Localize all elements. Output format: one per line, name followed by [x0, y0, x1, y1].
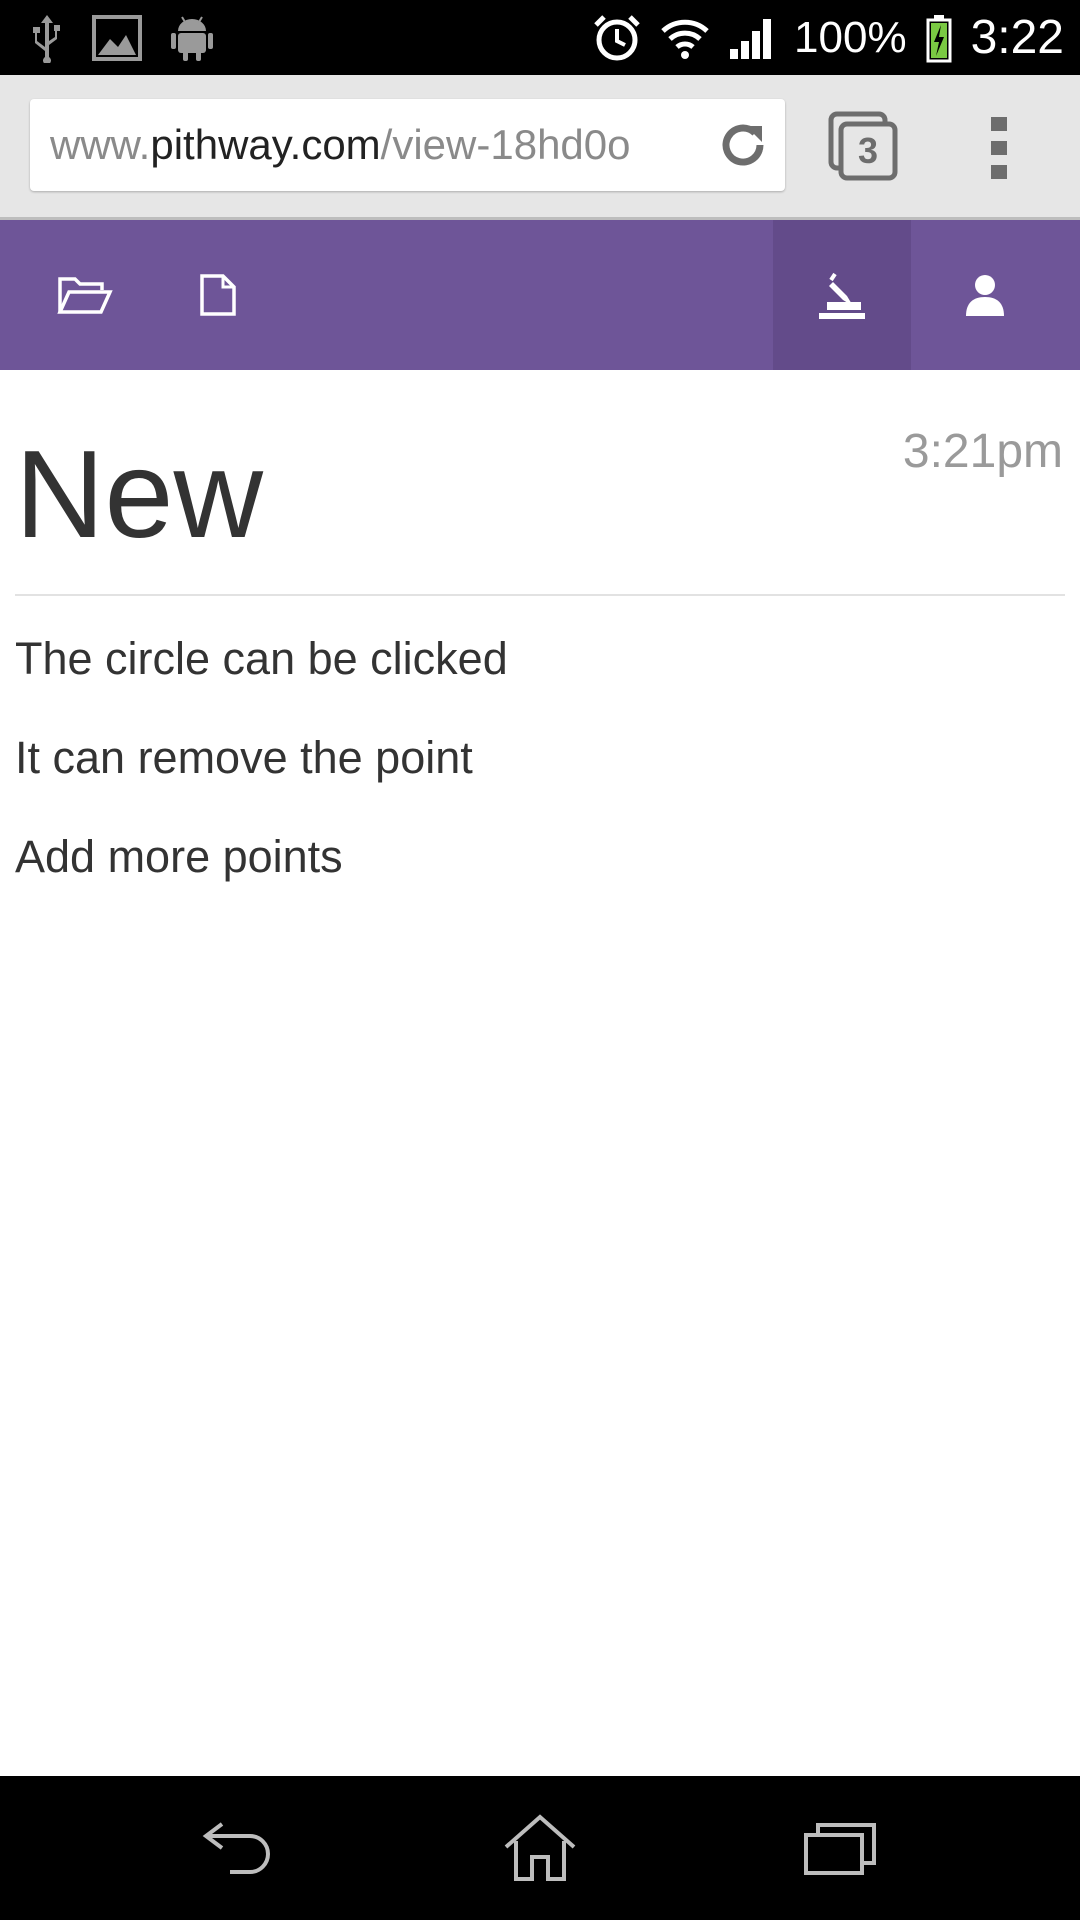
status-right-icons: 100% 3:22 — [592, 0, 1064, 75]
file-icon — [199, 274, 236, 316]
reload-icon — [722, 124, 764, 166]
signal-icon — [728, 15, 776, 61]
sign-button[interactable] — [773, 220, 911, 370]
battery-percent: 100% — [794, 12, 907, 62]
user-icon — [966, 275, 1004, 316]
note-timestamp: 3:21pm — [902, 425, 1063, 478]
user-button[interactable] — [930, 220, 1040, 370]
url-text[interactable]: www.pithway.com/view-18hd0o — [50, 99, 720, 191]
note-title[interactable]: New — [15, 424, 263, 566]
recent-apps-icon — [804, 1823, 876, 1875]
pen-sign-icon — [819, 272, 865, 319]
title-divider — [15, 594, 1065, 596]
list-item[interactable]: The circle can be clicked — [15, 625, 508, 724]
list-item[interactable]: Add more points — [15, 823, 508, 922]
reload-button[interactable] — [713, 115, 773, 175]
app-toolbar — [0, 220, 1080, 370]
home-icon — [504, 1814, 576, 1881]
image-icon — [92, 14, 142, 61]
tabs-button[interactable]: 3 — [828, 111, 898, 181]
wifi-icon — [660, 15, 710, 61]
folder-open-icon — [57, 277, 113, 314]
usb-icon — [30, 13, 64, 63]
new-note-button[interactable] — [180, 220, 255, 370]
battery-charging-icon — [925, 13, 953, 63]
open-button[interactable] — [40, 220, 130, 370]
status-time: 3:22 — [970, 11, 1064, 64]
status-bar: 100% 3:22 — [0, 0, 1080, 75]
more-vertical-icon — [991, 117, 1007, 179]
status-left-icons — [30, 0, 214, 75]
list-item[interactable]: It can remove the point — [15, 724, 508, 823]
url-prefix: www. — [50, 121, 151, 168]
url-domain: pithway.com — [150, 121, 381, 168]
home-button[interactable] — [495, 1808, 585, 1888]
point-list: The circle can be clicked It can remove … — [15, 625, 508, 922]
back-button[interactable] — [195, 1808, 285, 1888]
url-bar[interactable]: www.pithway.com/view-18hd0o — [30, 99, 785, 191]
navigation-bar — [0, 1776, 1080, 1920]
back-icon — [202, 1822, 270, 1874]
recent-apps-button[interactable] — [795, 1808, 885, 1888]
browser-toolbar: www.pithway.com/view-18hd0o 3 — [0, 75, 1080, 220]
alarm-icon — [592, 13, 642, 63]
tab-count: 3 — [857, 130, 879, 171]
url-path: /view-18hd0o — [380, 121, 631, 168]
android-icon — [170, 13, 214, 63]
overflow-menu-button[interactable] — [984, 113, 1014, 183]
